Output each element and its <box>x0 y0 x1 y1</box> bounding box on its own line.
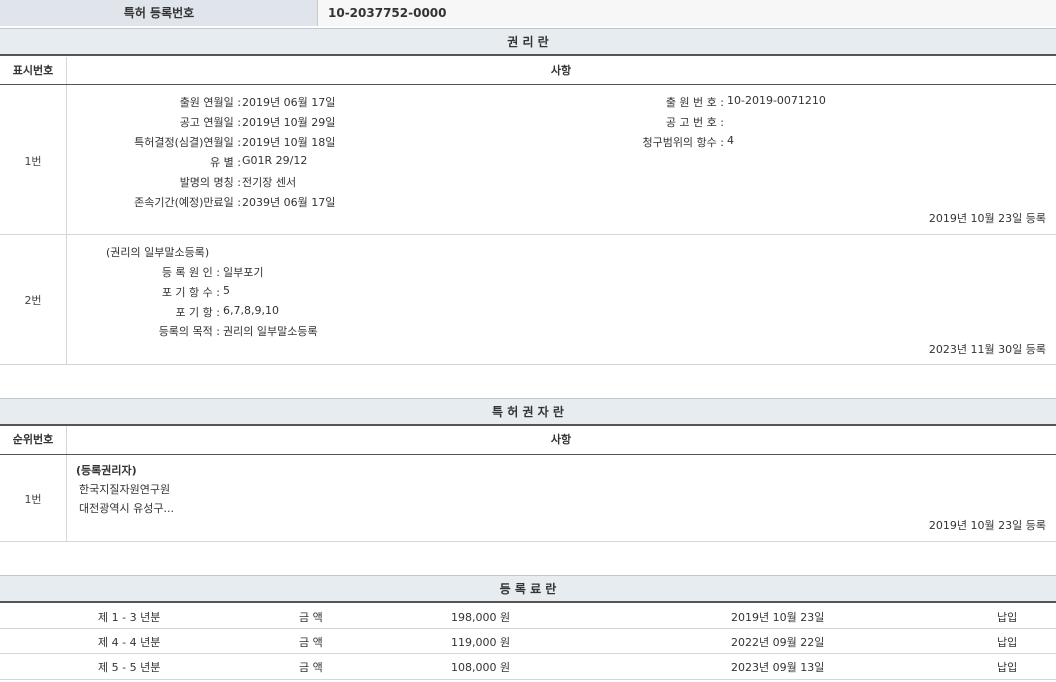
fee-period: 제 4 - 4 년분 <box>98 634 160 650</box>
waived-claims: 6,7,8,9,10 <box>223 304 279 317</box>
fee-amount-label: 금 액 <box>299 634 323 650</box>
registration-number: 10-2037752-0000 <box>328 0 447 26</box>
fee-amount: 198,000 원 <box>451 609 510 625</box>
holder-column-divider <box>66 426 67 542</box>
invention-title: 전기장 센서 <box>242 174 296 190</box>
rights-header-underline <box>0 84 1056 85</box>
field-label: 청구범위의 항수 : <box>642 134 724 150</box>
fee-paid-date: 2022년 09월 22일 <box>731 634 824 650</box>
holder-col-number: 순위번호 <box>0 426 66 454</box>
registration-label: 특허 등록번호 <box>0 0 318 26</box>
rights-column-divider <box>66 57 67 364</box>
row-divider <box>0 364 1056 365</box>
row-divider <box>0 653 1056 654</box>
fee-amount-label: 금 액 <box>299 609 323 625</box>
decision-date: 2019년 10월 18일 <box>242 134 335 150</box>
field-label: 출 원 번 호 : <box>666 94 724 110</box>
fee-amount-label: 금 액 <box>299 659 323 675</box>
fee-section-title: 등 록 료 란 <box>0 575 1056 603</box>
row-divider <box>0 541 1056 542</box>
fee-amount: 108,000 원 <box>451 659 510 675</box>
holder-entry-number: 1번 <box>0 491 66 507</box>
holder-section-title: 특 허 권 자 란 <box>0 398 1056 426</box>
fee-period: 제 1 - 3 년분 <box>98 609 160 625</box>
classification: G01R 29/12 <box>242 154 307 167</box>
holder-name: 한국지질자원연구원 <box>79 481 170 497</box>
row-divider <box>0 679 1056 680</box>
registration-date: 2023년 11월 30일 등록 <box>929 341 1046 357</box>
application-number: 10-2019-0071210 <box>727 94 826 107</box>
registration-date: 2019년 10월 23일 등록 <box>929 210 1046 226</box>
holder-header-underline <box>0 454 1056 455</box>
rights-entry-number: 1번 <box>0 153 66 169</box>
holder-col-items: 사항 <box>66 426 1056 454</box>
field-label: 존속기간(예정)만료일 : <box>134 194 241 210</box>
registration-date: 2019년 10월 23일 등록 <box>929 517 1046 533</box>
fee-paid-date: 2019년 10월 23일 <box>731 609 824 625</box>
field-label: 등 록 원 인 : <box>162 264 220 280</box>
row-divider <box>0 234 1056 235</box>
fee-paid-date: 2023년 09월 13일 <box>731 659 824 675</box>
fee-amount: 119,000 원 <box>451 634 510 650</box>
field-label: 발명의 명칭 : <box>180 174 241 190</box>
field-label: 공 고 번 호 : <box>666 114 724 130</box>
field-label: 출원 연월일 : <box>180 94 241 110</box>
rights-entry-number: 2번 <box>0 292 66 308</box>
field-label: 포 기 항 수 : <box>162 284 220 300</box>
fee-status: 납입 <box>997 634 1017 650</box>
registration-purpose: 권리의 일부말소등록 <box>223 323 318 339</box>
waived-claim-count: 5 <box>223 284 230 297</box>
application-date: 2019년 06월 17일 <box>242 94 335 110</box>
claim-count: 4 <box>727 134 734 147</box>
fee-status: 납입 <box>997 659 1017 675</box>
entry-heading: (권리의 일부말소등록) <box>106 244 209 260</box>
entry-heading: (등록권리자) <box>76 462 137 478</box>
expiration-date: 2039년 06월 17일 <box>242 194 335 210</box>
rights-col-items: 사항 <box>66 57 1056 85</box>
field-label: 특허결정(심결)연월일 : <box>134 134 241 150</box>
registration-cause: 일부포기 <box>223 264 263 280</box>
fee-status: 납입 <box>997 609 1017 625</box>
field-label: 공고 연월일 : <box>180 114 241 130</box>
fee-period: 제 5 - 5 년분 <box>98 659 160 675</box>
rights-section-title: 권 리 란 <box>0 28 1056 56</box>
field-label: 등록의 목적 : <box>159 323 220 339</box>
row-divider <box>0 628 1056 629</box>
holder-address: 대전광역시 유성구... <box>79 500 174 516</box>
field-label: 포 기 항 : <box>175 304 220 320</box>
rights-col-number: 표시번호 <box>0 57 66 85</box>
field-label: 유 별 : <box>210 154 241 170</box>
publication-date: 2019년 10월 29일 <box>242 114 335 130</box>
